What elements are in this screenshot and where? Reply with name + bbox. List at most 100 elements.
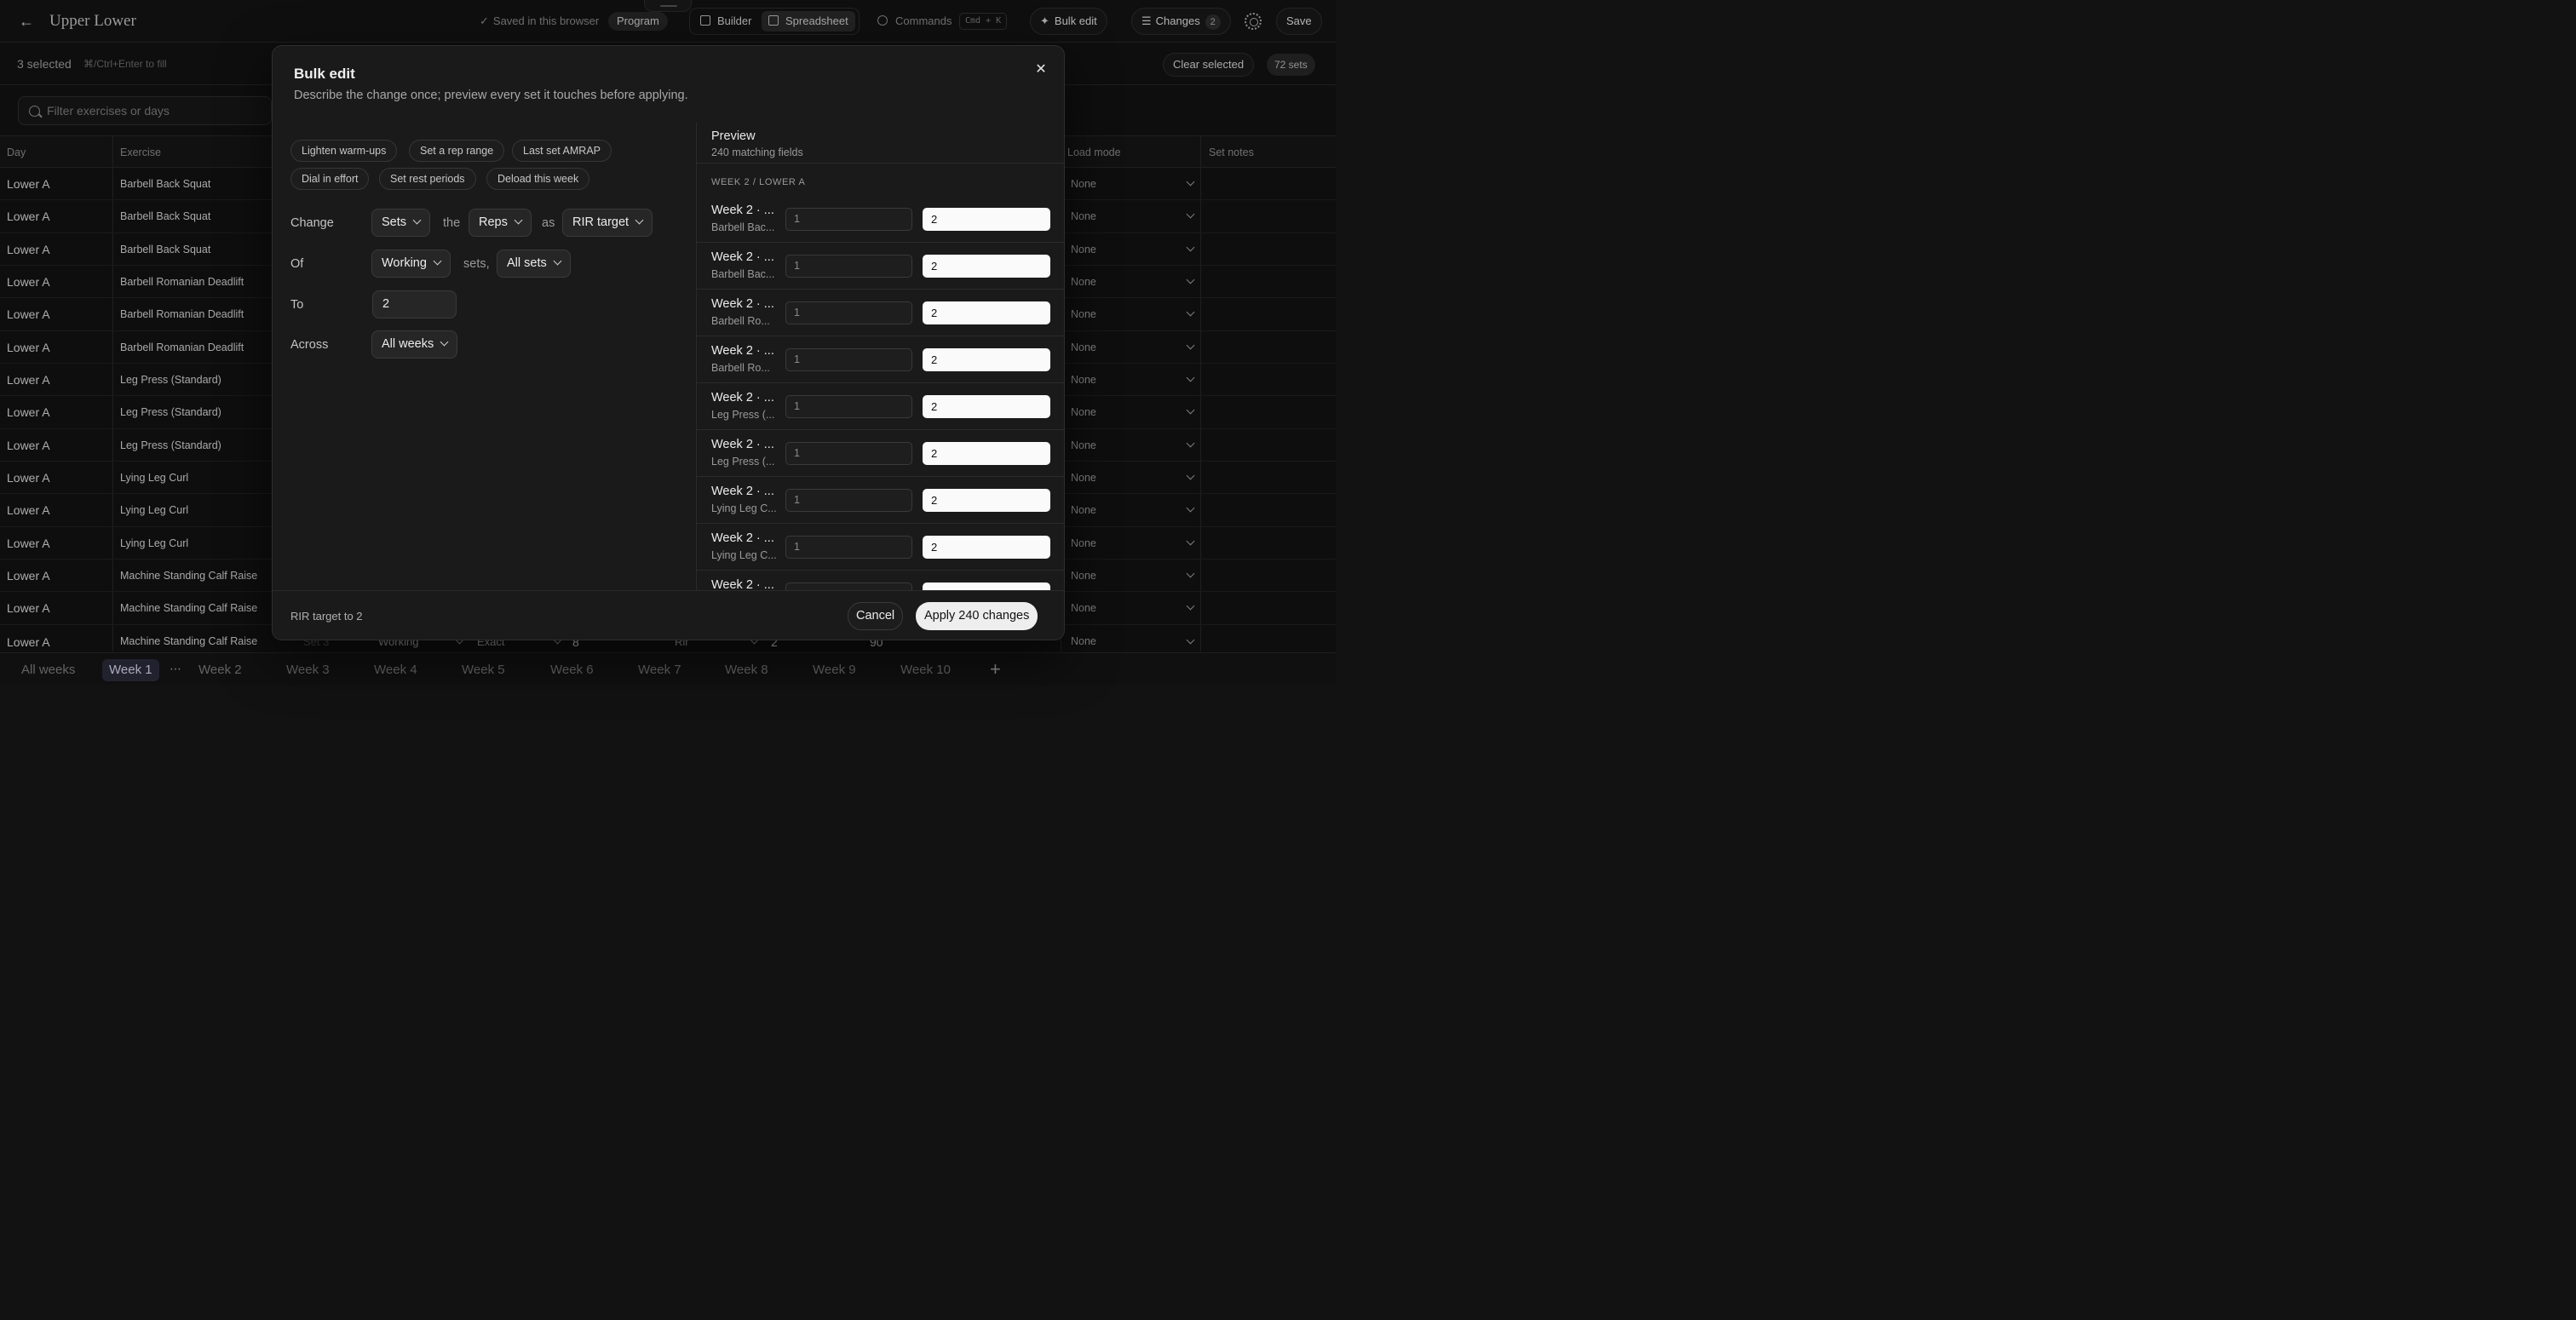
set-notes-column-header[interactable]: Set notes [1209,146,1254,158]
preview-count: 240 matching fields [711,146,803,158]
chevron-down-icon [1186,602,1195,611]
set-type-select[interactable]: Working [371,250,451,278]
preset-set-rep-range[interactable]: Set a rep range [409,140,505,162]
set-scope-select[interactable]: All sets [497,250,571,278]
gear-icon[interactable] [1245,13,1262,30]
back-arrow-icon[interactable]: ← [17,12,36,31]
as-text: as [542,216,555,230]
chevron-down-icon [1186,177,1195,187]
change-target-select[interactable]: Sets [371,209,431,237]
tab-week-3[interactable]: Week 3 [286,659,330,681]
tab-week-1[interactable]: Week 1 [102,659,159,681]
exercise-cell: Barbell Romanian Deadlift [120,341,244,353]
tab-week-7[interactable]: Week 7 [638,659,681,681]
load-mode-cell[interactable]: None [1071,602,1096,614]
load-mode-cell[interactable]: None [1071,244,1096,255]
tab-week-2[interactable]: Week 2 [198,659,242,681]
program-pill[interactable]: Program [608,12,668,31]
preset-set-rest-periods[interactable]: Set rest periods [379,168,476,190]
tab-week-6[interactable]: Week 6 [550,659,594,681]
preview-new-value-input[interactable]: 2 [923,442,1050,465]
load-mode-cell[interactable]: None [1071,210,1096,222]
bulk-edit-button[interactable]: ✦ Bulk edit [1030,8,1107,35]
builder-view-button[interactable]: Builder [693,11,758,32]
load-mode-cell[interactable]: None [1071,439,1096,451]
changes-button[interactable]: ☰ Changes 2 [1131,8,1231,35]
field-select[interactable]: Reps [469,209,532,237]
chevron-down-icon [433,256,442,266]
load-mode-cell[interactable]: None [1071,504,1096,516]
load-mode-cell[interactable]: None [1071,308,1096,320]
day-column-header[interactable]: Day [7,146,26,158]
preview-old-value: 1 [785,395,912,418]
preview-row-exercise: Barbell Ro... [711,362,770,374]
preset-dial-in-effort[interactable]: Dial in effort [290,168,370,190]
tab-week-9[interactable]: Week 9 [813,659,856,681]
tab-week-4[interactable]: Week 4 [374,659,417,681]
preview-row: Week 2 · ... Leg Press (... 1 2 [697,383,1064,430]
preview-new-value-input[interactable]: 2 [923,208,1050,231]
preview-new-value-input[interactable]: 2 [923,536,1050,559]
preview-row-title: Week 2 · ... [711,391,774,405]
preview-row-title: Week 2 · ... [711,531,774,545]
preview-new-value-input[interactable]: 2 [923,348,1050,371]
load-mode-cell[interactable]: None [1071,374,1096,386]
commands-button[interactable]: Commands [877,14,952,27]
chevron-down-icon [1186,439,1195,448]
preview-new-value-input[interactable] [923,583,1050,590]
exercise-column-header[interactable]: Exercise [120,146,161,158]
close-icon[interactable]: ✕ [1032,61,1049,78]
tab-week-10[interactable]: Week 10 [900,659,951,681]
exercise-cell: Barbell Back Squat [120,210,211,223]
chevron-down-icon [553,256,562,266]
clear-selected-button[interactable]: Clear selected [1163,53,1255,77]
preset-last-set-amrap[interactable]: Last set AMRAP [512,140,612,162]
as-select[interactable]: RIR target [562,209,653,237]
load-mode-column-header[interactable]: Load mode [1067,146,1121,158]
save-button[interactable]: Save [1276,8,1322,35]
tab-week-8[interactable]: Week 8 [725,659,768,681]
cancel-button[interactable]: Cancel [848,602,904,630]
the-text: the [443,216,461,230]
across-label: Across [290,338,329,352]
of-label: Of [290,257,304,271]
preset-lighten-warm-ups[interactable]: Lighten warm-ups [290,140,398,162]
preset-deload-this-week[interactable]: Deload this week [486,168,590,190]
day-cell: Lower A [7,503,50,518]
apply-changes-button[interactable]: Apply 240 changes [916,602,1038,630]
load-mode-cell[interactable]: None [1071,178,1096,190]
exercise-cell: Leg Press (Standard) [120,439,221,451]
drag-handle[interactable] [644,0,692,12]
tab-all-weeks[interactable]: All weeks [21,659,75,681]
spreadsheet-view-button[interactable]: Spreadsheet [762,11,855,32]
preview-row-title: Week 2 · ... [711,250,774,264]
chevron-down-icon [1186,243,1195,252]
preview-row-title: Week 2 · ... [711,578,774,590]
preview-old-value: 1 [785,348,912,371]
across-select[interactable]: All weeks [371,330,458,359]
preview-new-value-input[interactable]: 2 [923,301,1050,324]
chevron-down-icon [1186,405,1195,415]
load-mode-cell[interactable]: None [1071,341,1096,353]
set-scope-value: All sets [507,256,547,270]
more-icon[interactable]: ⋯ [170,659,181,678]
preview-list[interactable]: Week 2 · ... Barbell Bac... 1 2 Week 2 · ...… [697,196,1064,590]
preview-old-value: 1 [785,208,912,231]
load-mode-cell[interactable]: None [1071,635,1096,647]
to-value-input[interactable]: 2 [372,290,457,319]
tab-week-5[interactable]: Week 5 [462,659,505,681]
add-week-icon[interactable]: + [990,658,1001,680]
preview-new-value-input[interactable]: 2 [923,395,1050,418]
preview-new-value-input[interactable]: 2 [923,489,1050,512]
load-mode-cell[interactable]: None [1071,276,1096,288]
load-mode-cell[interactable]: None [1071,570,1096,582]
preview-new-value-input[interactable]: 2 [923,255,1050,278]
preview-row-exercise: Leg Press (... [711,456,775,468]
load-mode-cell[interactable]: None [1071,472,1096,484]
load-mode-cell[interactable]: None [1071,406,1096,418]
filter-input[interactable] [47,97,268,124]
bulk-edit-dialog: Bulk edit Describe the change once; prev… [272,45,1065,640]
search-icon [29,106,40,117]
chevron-down-icon [1186,341,1195,350]
load-mode-cell[interactable]: None [1071,537,1096,549]
